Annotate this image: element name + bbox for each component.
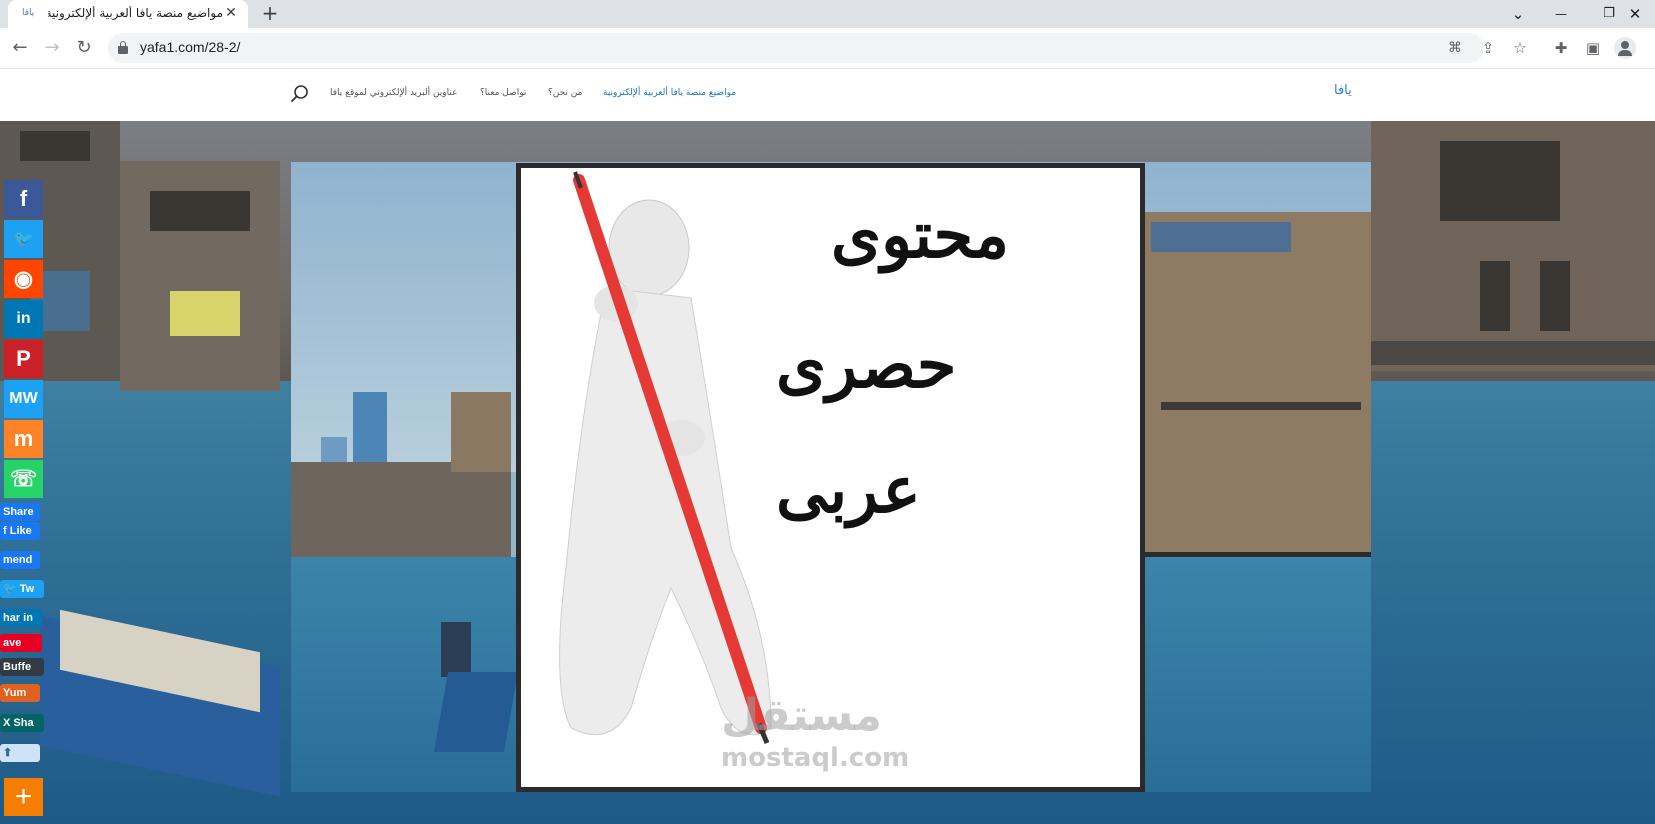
back-arrow-icon[interactable]: ← [8, 36, 32, 60]
linkedin-share-button[interactable]: har in [0, 609, 42, 627]
window [20, 131, 90, 161]
window [150, 191, 250, 231]
nav-item-emails[interactable]: عناوين ألبريد ألإلكتروني لموقع يافا [330, 88, 458, 98]
pinterest-save-button[interactable]: ave [0, 634, 42, 652]
site-favicon: يافا [22, 8, 35, 18]
url-text[interactable]: yafa1.com/28-2/ [140, 39, 240, 55]
recommend-button[interactable]: mend [0, 551, 40, 569]
close-tab-icon[interactable]: ✕ [222, 4, 240, 22]
building [451, 392, 511, 472]
yummly-button[interactable]: Yum [0, 684, 40, 702]
yellow-panel [170, 291, 240, 336]
fisherman [441, 622, 471, 677]
browser-tabstrip: يافا مواضيع منصة يافا ألعربية ألإلكتروني… [0, 0, 1655, 28]
nav-item-topics[interactable]: مواضيع منصة يافا ألعربية ألإلكترونية [603, 88, 736, 98]
watermark-logo: مستقل [721, 690, 882, 741]
fb-share-button[interactable]: Share [0, 503, 40, 521]
watermark-domain: mostaql.com [721, 743, 910, 773]
window [1540, 261, 1570, 331]
close-window-button[interactable]: ✕ [1620, 2, 1650, 26]
reddit-share-icon[interactable]: ◉ [4, 260, 43, 298]
card-word-arabic: عربى [776, 453, 921, 528]
reddit-vote-button[interactable]: ⬆ [0, 744, 40, 762]
search-icon[interactable] [290, 84, 310, 104]
balcony [1161, 402, 1361, 410]
window [1440, 141, 1560, 221]
side-panel-icon[interactable]: ▣ [1582, 37, 1604, 59]
twitter-share-icon[interactable]: 🐦 [4, 220, 43, 258]
mix-share-icon[interactable]: m [4, 420, 43, 458]
address-bar[interactable]: yafa1.com/28-2/ ⌘ [108, 33, 1484, 63]
card-word-content: محتوى [831, 198, 1010, 273]
mewe-share-icon[interactable]: MW [4, 380, 43, 418]
browser-toolbar: ← → ↻ yafa1.com/28-2/ ⌘ ⇪ ☆ ✚ ▣ [0, 28, 1655, 69]
extensions-puzzle-icon[interactable]: ✚ [1550, 37, 1572, 59]
translate-icon[interactable]: ⌘ [1444, 37, 1466, 59]
window [1480, 261, 1510, 331]
roof [1151, 222, 1291, 252]
pinterest-share-icon[interactable]: P [4, 340, 43, 378]
tab-search-icon[interactable]: ⌄ [1503, 2, 1533, 26]
minimize-button[interactable]: — [1546, 2, 1576, 26]
site-logo[interactable]: يافا [1334, 83, 1352, 98]
profile-avatar-icon[interactable] [1614, 37, 1636, 59]
nav-item-contact[interactable]: تواصل معنا؟ [480, 88, 526, 98]
new-tab-button[interactable]: + [258, 2, 282, 26]
reload-icon[interactable]: ↻ [72, 36, 96, 60]
nav-item-about[interactable]: من نحن؟ [548, 88, 582, 98]
boat [433, 672, 519, 752]
card-word-exclusive: حصرى [776, 328, 957, 403]
linkedin-share-icon[interactable]: in [4, 300, 43, 338]
building [291, 462, 511, 562]
lock-icon[interactable] [118, 41, 128, 54]
forward-arrow-icon[interactable]: → [40, 36, 64, 60]
share-page-icon[interactable]: ⇪ [1477, 37, 1499, 59]
more-share-button[interactable]: + [4, 778, 43, 816]
facebook-share-icon[interactable]: f [4, 180, 43, 218]
promenade [1371, 341, 1655, 365]
featured-image-card[interactable]: محتوى حصرى عربى مستقل mostaql.com [516, 163, 1145, 792]
xing-share-button[interactable]: X Sha [0, 714, 44, 732]
bookmark-star-icon[interactable]: ☆ [1509, 37, 1531, 59]
site-header: يافا مواضيع منصة يافا ألعربية ألإلكتروني… [0, 69, 1655, 121]
tweet-button[interactable]: 🐦 Tw [0, 580, 44, 598]
buffer-button[interactable]: Buffe [0, 658, 44, 676]
tower [353, 392, 387, 472]
whatsapp-share-icon[interactable]: ☏ [4, 460, 43, 498]
tab-title: مواضيع منصة يافا ألعربية ألإلكترونية [48, 6, 223, 20]
browser-tab[interactable]: يافا مواضيع منصة يافا ألعربية ألإلكتروني… [8, 0, 248, 28]
fb-like-button[interactable]: f Like [0, 522, 40, 540]
